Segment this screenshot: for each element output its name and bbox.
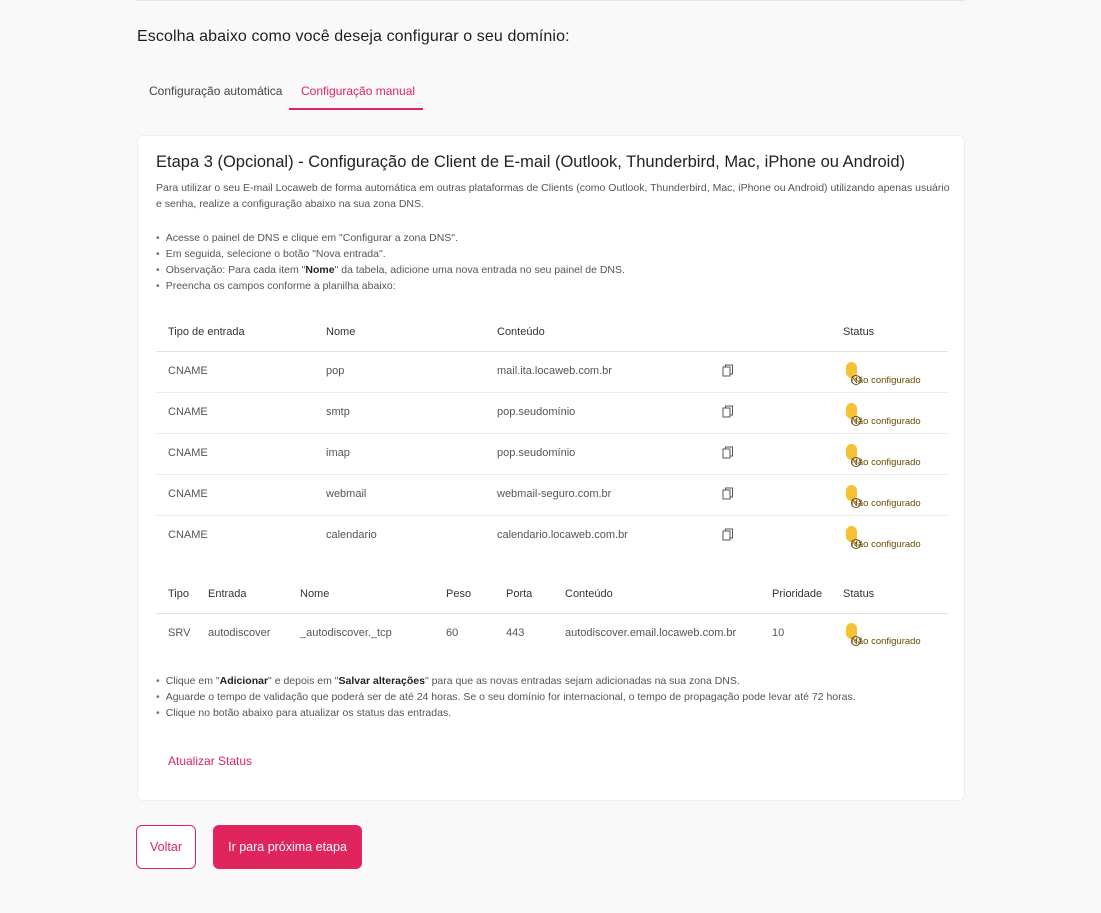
config-card: Etapa 3 (Opcional) - Configuração de Cli…	[137, 135, 965, 801]
note-text: Clique no botão abaixo para atualizar os…	[165, 707, 452, 719]
table-row: SRV autodiscover _autodiscover._tcp 60 4…	[156, 614, 948, 655]
card-description: Para utilizar o seu E-mail Locaweb de fo…	[156, 182, 950, 210]
note-bold-text: Salvar alterações	[338, 675, 425, 687]
status-badge: × Não configurado	[846, 403, 921, 427]
header-porta: Porta	[506, 588, 533, 600]
list-item: Preencha os campos conforme a planilha a…	[156, 278, 625, 294]
header-prioridade: Prioridade	[772, 588, 823, 600]
copy-icon[interactable]	[722, 405, 734, 419]
cell-tipo: CNAME	[168, 365, 208, 377]
list-item: Aguarde o tempo de validação que poderá …	[156, 689, 856, 705]
cell-conteudo: mail.ita.locaweb.com.br	[497, 365, 612, 377]
cell-nome: imap	[326, 447, 350, 459]
cell-nome: smtp	[326, 406, 350, 418]
cell-tipo: SRV	[168, 627, 191, 639]
cname-table-header: Tipo de entrada Nome Conteúdo Status	[156, 322, 948, 352]
badge-label: Não configurado	[851, 416, 921, 427]
status-badge: × Não configurado	[846, 485, 921, 509]
cell-conteudo: autodiscover.email.locaweb.com.br	[565, 627, 737, 639]
header-entrada: Entrada	[208, 588, 247, 600]
badge-label: Não configurado	[851, 498, 921, 509]
list-item: Observação: Para cada item "Nome" da tab…	[156, 262, 625, 278]
badge-label: Não configurado	[851, 457, 921, 468]
cell-nome: _autodiscover._tcp	[300, 627, 392, 639]
cell-conteudo: webmail-seguro.com.br	[497, 488, 612, 500]
note-text: Clique em "	[165, 675, 220, 687]
cell-conteudo: pop.seudomínio	[497, 406, 576, 418]
cell-nome: webmail	[326, 488, 367, 500]
page-heading: Escolha abaixo como você deseja configur…	[137, 28, 570, 45]
badge-label: Não configurado	[851, 375, 921, 386]
header-conteudo: Conteúdo	[565, 588, 613, 600]
cell-conteudo: calendario.locaweb.com.br	[497, 529, 628, 541]
cell-nome: pop	[326, 365, 345, 377]
status-badge: × Não configurado	[846, 444, 921, 468]
srv-table-header: Tipo Entrada Nome Peso Porta Conteúdo Pr…	[156, 582, 948, 614]
list-item: Em seguida, selecione o botão "Nova entr…	[156, 246, 625, 262]
status-badge: × Não configurado	[846, 623, 921, 647]
list-item: Clique em "Adicionar" e depois em "Salva…	[156, 673, 856, 689]
steps-list: Acesse o painel de DNS e clique em "Conf…	[156, 230, 625, 294]
list-item: Clique no botão abaixo para atualizar os…	[156, 705, 856, 721]
header-status: Status	[843, 326, 875, 338]
step-text: Preencha os campos conforme a planilha a…	[165, 280, 396, 292]
cell-conteudo: pop.seudomínio	[497, 447, 576, 459]
card-title: Etapa 3 (Opcional) - Configuração de Cli…	[156, 153, 906, 171]
copy-icon[interactable]	[722, 528, 734, 542]
top-divider	[137, 0, 965, 1]
cell-peso: 60	[446, 627, 459, 639]
status-badge: × Não configurado	[846, 362, 921, 386]
badge-label: Não configurado	[851, 636, 921, 647]
table-row: CNAME webmail webmail-seguro.com.br × Não…	[156, 475, 948, 516]
notes-list: Clique em "Adicionar" e depois em "Salva…	[156, 673, 856, 721]
header-tipo: Tipo	[168, 588, 189, 600]
table-row: CNAME smtp pop.seudomínio × Não configura…	[156, 393, 948, 434]
table-row: CNAME imap pop.seudomínio × Não configura…	[156, 434, 948, 475]
copy-icon[interactable]	[722, 446, 734, 460]
header-nome: Nome	[300, 588, 330, 600]
header-status: Status	[843, 588, 875, 600]
cell-entrada: autodiscover	[208, 627, 271, 639]
step-bold-text: Nome	[305, 264, 335, 276]
tab-manual[interactable]: Configuração manual	[289, 78, 423, 110]
back-button[interactable]: Voltar	[136, 825, 196, 869]
note-text: Aguarde o tempo de validação que poderá …	[165, 691, 856, 703]
cell-prioridade: 10	[772, 627, 785, 639]
list-item: Acesse o painel de DNS e clique em "Conf…	[156, 230, 625, 246]
cell-tipo: CNAME	[168, 447, 208, 459]
table-row: CNAME pop mail.ita.locaweb.com.br × Não c…	[156, 352, 948, 393]
cell-tipo: CNAME	[168, 529, 208, 541]
cell-tipo: CNAME	[168, 406, 208, 418]
next-step-button[interactable]: Ir para próxima etapa	[213, 825, 362, 869]
step-text: Em seguida, selecione o botão "Nova entr…	[165, 248, 386, 260]
cell-tipo: CNAME	[168, 488, 208, 500]
note-text: " e depois em "	[268, 675, 339, 687]
header-tipo: Tipo de entrada	[168, 326, 245, 338]
header-nome: Nome	[326, 326, 356, 338]
copy-icon[interactable]	[722, 487, 734, 501]
cell-porta: 443	[506, 627, 525, 639]
note-bold-text: Adicionar	[219, 675, 269, 687]
header-peso: Peso	[446, 588, 472, 600]
tab-automatic[interactable]: Configuração automática	[137, 78, 283, 110]
header-conteudo: Conteúdo	[497, 326, 545, 338]
cell-nome: calendario	[326, 529, 377, 541]
update-status-link[interactable]: Atualizar Status	[168, 754, 252, 768]
copy-icon[interactable]	[722, 364, 734, 378]
step-text: Acesse o painel de DNS e clique em "Conf…	[165, 232, 458, 244]
note-text: " para que as novas entradas sejam adici…	[424, 675, 740, 687]
status-badge: × Não configurado	[846, 526, 921, 550]
step-text: " da tabela, adicione uma nova entrada n…	[334, 264, 625, 276]
table-row: CNAME calendario calendario.locaweb.com.…	[156, 516, 948, 557]
badge-label: Não configurado	[851, 539, 921, 550]
step-text: Observação: Para cada item "	[165, 264, 306, 276]
